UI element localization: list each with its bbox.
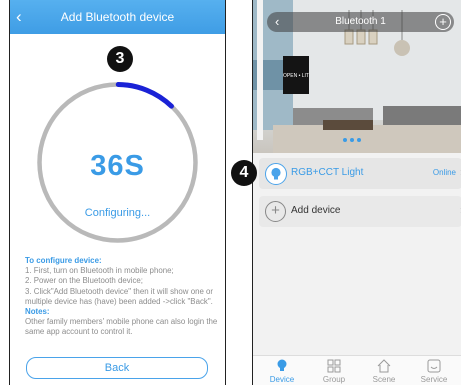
instructions: To configure device: 1. First, turn on B… xyxy=(25,256,219,338)
room-photo: OPEN • LIT ‹ Bluetooth 1 + xyxy=(253,0,461,153)
status-badge: Online xyxy=(432,168,456,177)
progress-arc xyxy=(115,82,174,109)
notes-heading: Notes: xyxy=(25,307,50,317)
tab-label: Scene xyxy=(372,375,396,384)
tab-group[interactable]: Group xyxy=(309,358,359,384)
instruction-line: 3. Click"Add Bluetooth device" then it w… xyxy=(25,286,214,306)
bulb-icon xyxy=(265,163,287,185)
plus-circle-icon: + xyxy=(265,201,286,222)
tab-device[interactable]: Device xyxy=(257,358,307,384)
plus-circle-icon[interactable]: + xyxy=(435,14,451,30)
instruction-line: 2. Power on the Bluetooth device; xyxy=(25,276,143,286)
message-icon xyxy=(427,359,441,373)
photo-sign: OPEN • LIT xyxy=(283,73,309,79)
tab-label: Group xyxy=(322,375,346,384)
instructions-heading: To configure device: xyxy=(25,256,102,265)
add-device-item[interactable]: + Add device › xyxy=(259,196,461,227)
back-button[interactable]: Back xyxy=(26,357,208,379)
grid-icon xyxy=(327,359,341,373)
tab-label: Service xyxy=(420,375,448,384)
add-bluetooth-screen: ‹ Add Bluetooth device 3 36S Configuring… xyxy=(9,0,226,385)
device-list-screen: OPEN • LIT ‹ Bluetooth 1 + RGB+CCT Light… xyxy=(252,0,461,385)
home-icon xyxy=(377,359,391,373)
page-title: Add Bluetooth device xyxy=(60,10,175,24)
notes-text: Other family members' mobile phone can a… xyxy=(25,317,218,337)
countdown-timer: 36S xyxy=(90,150,145,182)
tab-service[interactable]: Service xyxy=(409,358,459,384)
tab-bar: Device Group Scene Service xyxy=(253,355,461,385)
page-title: Bluetooth 1 xyxy=(335,16,386,27)
instruction-line: 1. First, turn on Bluetooth in mobile ph… xyxy=(25,266,174,276)
header-bar: ‹ Add Bluetooth device xyxy=(10,0,225,34)
title-bar: ‹ Bluetooth 1 + xyxy=(267,12,454,32)
step-badge: 3 xyxy=(107,46,133,72)
step-badge: 4 xyxy=(231,160,257,186)
add-device-label: Add device xyxy=(291,205,341,216)
tab-scene[interactable]: Scene xyxy=(359,358,409,384)
bulb-icon xyxy=(277,359,287,371)
device-item[interactable]: RGB+CCT Light Online › xyxy=(259,158,461,189)
device-name: RGB+CCT Light xyxy=(291,167,364,178)
status-text: Configuring... xyxy=(84,207,151,219)
tab-label: Device xyxy=(269,375,295,384)
